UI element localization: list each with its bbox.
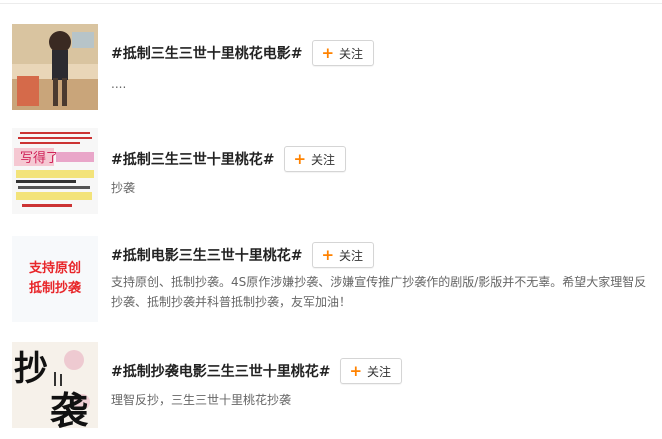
topic-title-row: #抵制三生三世十里桃花电影# + 关注	[111, 40, 375, 66]
follow-label: 关注	[339, 46, 364, 61]
topic-title-row: #抵制电影三生三世十里桃花# + 关注	[111, 242, 375, 268]
text-thumbnail-image: 支持原创 抵制抄袭	[12, 236, 98, 322]
plus-icon: +	[349, 361, 363, 380]
plus-icon: +	[293, 149, 307, 168]
thumbnail-text-line: 支持原创	[28, 260, 81, 276]
topic-title-row: #抵制三生三世十里桃花# + 关注	[111, 146, 347, 172]
follow-label: 关注	[339, 248, 364, 263]
topic-description: 理智反抄，三生三世十里桃花抄袭	[111, 393, 292, 407]
follow-label: 关注	[311, 152, 336, 167]
topic-title[interactable]: #抵制三生三世十里桃花电影#	[111, 43, 302, 63]
follow-button[interactable]: + 关注	[340, 358, 403, 384]
topic-item: 支持原创 抵制抄袭 #抵制电影三生三世十里桃花# + 关注 支持原创、抵制抄袭。…	[12, 236, 657, 326]
topic-thumbnail[interactable]: 写得了	[12, 128, 98, 214]
topic-title-row: #抵制抄袭电影三生三世十里桃花# + 关注	[111, 358, 403, 384]
topic-item: 抄 袭 #抵制抄袭电影三生三世十里桃花# + 关注 理智反抄，三生三世十里桃花抄…	[12, 342, 657, 432]
topic-item: #抵制三生三世十里桃花电影# + 关注 ....	[12, 24, 657, 114]
follow-button[interactable]: + 关注	[284, 146, 347, 172]
plus-icon: +	[321, 43, 335, 62]
topic-thumbnail[interactable]: 支持原创 抵制抄袭	[12, 236, 98, 322]
topic-description: 抄袭	[111, 181, 136, 195]
screenshot-thumbnail-image: 写得了	[12, 128, 98, 214]
follow-label: 关注	[367, 364, 392, 379]
topic-description: 支持原创、抵制抄袭。4S原作涉嫌抄袭、涉嫌宣传推广抄袭作的剧版/影版并不无辜。希…	[111, 275, 647, 309]
topic-item: 写得了 #抵制三生三世十里桃花# + 关注 抄袭	[12, 128, 657, 218]
topic-thumbnail[interactable]	[12, 24, 98, 110]
top-divider	[0, 3, 662, 4]
follow-button[interactable]: + 关注	[312, 40, 375, 66]
thumbnail-text-line: 抵制抄袭	[29, 280, 82, 296]
calligraphy-character: 抄	[14, 349, 48, 389]
topic-thumbnail[interactable]: 抄 袭	[12, 342, 98, 428]
topic-title[interactable]: #抵制电影三生三世十里桃花#	[111, 245, 302, 265]
calligraphy-character: 袭	[50, 388, 89, 428]
plus-icon: +	[321, 245, 335, 264]
svg-text:写得了: 写得了	[20, 150, 59, 166]
topic-description: ....	[111, 77, 127, 91]
topic-title[interactable]: #抵制抄袭电影三生三世十里桃花#	[111, 361, 330, 381]
topic-title[interactable]: #抵制三生三世十里桃花#	[111, 149, 274, 169]
illustration-thumbnail-image	[12, 24, 98, 110]
calligraphy-thumbnail-image: 抄 袭	[12, 342, 98, 428]
follow-button[interactable]: + 关注	[312, 242, 375, 268]
topic-list-page: #抵制三生三世十里桃花电影# + 关注 .... 写得了 #抵制三生三世十里桃花…	[0, 0, 662, 439]
